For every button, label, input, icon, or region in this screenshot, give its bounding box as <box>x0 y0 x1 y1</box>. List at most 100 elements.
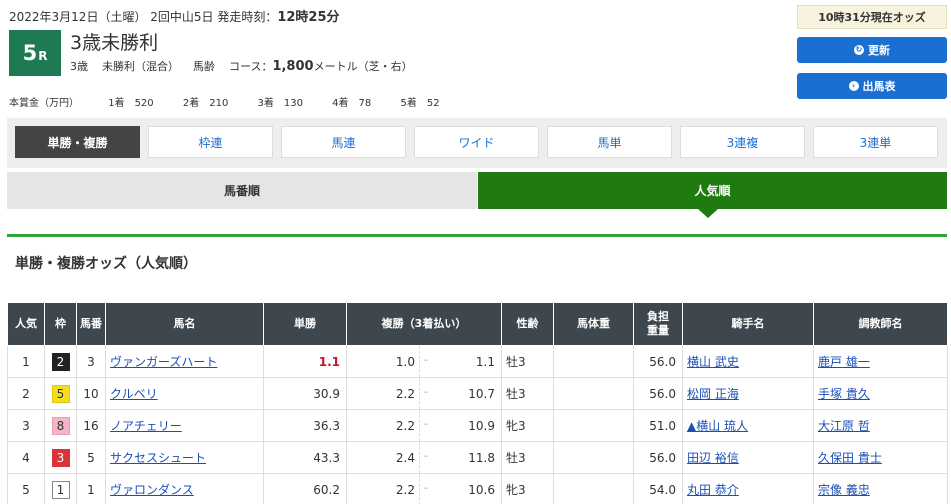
header-rank[interactable]: 人気 <box>7 302 45 346</box>
win-odds-cell: 36.3 <box>263 409 347 442</box>
jockey-link[interactable]: ▲横山 琉人 <box>687 419 748 433</box>
header-umaban[interactable]: 馬番 <box>76 302 106 346</box>
sort-by-popularity[interactable]: 人気順 <box>478 172 947 209</box>
horse-link[interactable]: クルベリ <box>110 387 158 401</box>
horse-link[interactable]: ヴァンガーズハート <box>110 355 217 369</box>
weight-rule: 馬齢 <box>193 60 215 73</box>
place-odds-max-cell: - 10.7 <box>419 377 502 410</box>
header-burden[interactable]: 負担 重量 <box>633 302 683 346</box>
entries-button[interactable]: › 出馬表 <box>797 73 947 99</box>
prize-place: 4着 <box>332 98 349 109</box>
horse-cell: サクセスシュート <box>105 441 264 474</box>
tab-trio[interactable]: 3連複 <box>680 126 805 158</box>
sex-age-cell: 牡3 <box>501 377 554 410</box>
header-jockey[interactable]: 騎手名 <box>682 302 814 346</box>
place-odds-min-cell: 2.2 <box>346 409 420 442</box>
jockey-link[interactable]: 松岡 正海 <box>687 387 739 401</box>
table-row: 4 3 5 サクセスシュート 43.3 2.4 - 11.8 牡3 56.0 田辺… <box>7 441 948 474</box>
jockey-link[interactable]: 田辺 裕信 <box>687 451 739 465</box>
rank-cell: 4 <box>7 441 45 474</box>
refresh-button[interactable]: ↻ 更新 <box>797 37 947 63</box>
prize-place: 1着 <box>108 98 125 109</box>
tab-quinella[interactable]: 馬連 <box>281 126 406 158</box>
sex-age-cell: 牝3 <box>501 409 554 442</box>
tab-trifecta[interactable]: 3連単 <box>813 126 938 158</box>
waku-badge: 2 <box>51 352 70 371</box>
place-odds-max: 1.1 <box>475 354 495 369</box>
header-burden-line2: 重量 <box>647 324 669 337</box>
odds-table: 人気 枠 馬番 馬名 単勝 複勝（3着払い） 性齢 馬体重 負担 重量 騎手名 調… <box>7 302 948 504</box>
trainer-link[interactable]: 鹿戸 雄一 <box>818 355 870 369</box>
place-odds-min-cell: 2.4 <box>346 441 420 474</box>
tab-wide[interactable]: ワイド <box>414 126 539 158</box>
tab-exacta[interactable]: 馬単 <box>547 126 672 158</box>
header-place[interactable]: 複勝（3着払い） <box>346 302 502 346</box>
jockey-cell: 松岡 正海 <box>682 377 814 410</box>
distance-unit: メートル（芝・右） <box>313 60 413 73</box>
range-dash: - <box>424 451 428 462</box>
section-title: 単勝・複勝オッズ（人気順） <box>15 256 197 272</box>
horse-cell: ヴァンガーズハート <box>105 345 264 378</box>
umaban-cell: 10 <box>76 377 106 410</box>
header-horse[interactable]: 馬名 <box>105 302 264 346</box>
body-weight-cell <box>553 345 634 378</box>
distance: 1,800 <box>272 59 314 74</box>
trainer-link[interactable]: 手塚 貴久 <box>818 387 870 401</box>
sort-by-number[interactable]: 馬番順 <box>7 172 477 209</box>
win-odds-cell: 60.2 <box>263 473 347 504</box>
trainer-link[interactable]: 久保田 貴士 <box>818 451 882 465</box>
table-row: 2 5 10 クルベリ 30.9 2.2 - 10.7 牡3 56.0 松岡 正海… <box>7 377 948 410</box>
place-odds-max: 11.8 <box>468 450 495 465</box>
waku-badge: 5 <box>51 384 70 403</box>
sort-toggle: 馬番順 人気順 <box>7 172 947 209</box>
header-win[interactable]: 単勝 <box>263 302 347 346</box>
header-body-weight[interactable]: 馬体重 <box>553 302 634 346</box>
jockey-cell: 丸田 恭介 <box>682 473 814 504</box>
tab-bracket-quinella[interactable]: 枠連 <box>148 126 273 158</box>
header-trainer[interactable]: 調教師名 <box>813 302 948 346</box>
chevron-right-icon: › <box>848 81 859 91</box>
rank-cell: 1 <box>7 345 45 378</box>
header-sex-age[interactable]: 性齢 <box>501 302 554 346</box>
body-weight-cell <box>553 473 634 504</box>
place-odds-max: 10.6 <box>468 482 495 497</box>
jockey-link[interactable]: 横山 武史 <box>687 355 739 369</box>
post-time: 12時25分 <box>277 10 340 25</box>
tab-win-place[interactable]: 単勝・複勝 <box>15 126 140 158</box>
body-weight-cell <box>553 377 634 410</box>
win-odds-cell: 43.3 <box>263 441 347 474</box>
waku-cell: 3 <box>44 441 77 474</box>
header-waku[interactable]: 枠 <box>44 302 77 346</box>
jockey-cell: ▲横山 琉人 <box>682 409 814 442</box>
race-number-suffix: R <box>38 49 48 63</box>
rank-cell: 2 <box>7 377 45 410</box>
place-odds-min-cell: 2.2 <box>346 377 420 410</box>
place-odds-min-cell: 2.2 <box>346 473 420 504</box>
horse-link[interactable]: サクセスシュート <box>110 451 206 465</box>
place-odds-max: 10.9 <box>468 418 495 433</box>
horse-cell: ノアチェリー <box>105 409 264 442</box>
trainer-link[interactable]: 大江原 哲 <box>818 419 870 433</box>
horse-cell: クルベリ <box>105 377 264 410</box>
race-number: 5 <box>22 41 38 65</box>
jockey-cell: 田辺 裕信 <box>682 441 814 474</box>
prize-place: 5着 <box>400 98 417 109</box>
place-odds-max-cell: - 1.1 <box>419 345 502 378</box>
race-condition: 未勝利（混合） <box>102 60 179 73</box>
table-row: 5 1 1 ヴァロンダンス 60.2 2.2 - 10.6 牝3 54.0 丸田 … <box>7 473 948 504</box>
bet-type-tabs: 単勝・複勝 枠連 馬連 ワイド 馬単 3連複 3連単 <box>7 118 947 168</box>
entries-button-label: 出馬表 <box>862 80 896 93</box>
race-date: 2022年3月12日（土曜） 2回中山5日 発走時刻：12時25分 <box>9 10 340 25</box>
horse-link[interactable]: ヴァロンダンス <box>110 483 194 497</box>
win-odds-cell: 1.1 <box>263 345 347 378</box>
trainer-link[interactable]: 宗像 義忠 <box>818 483 870 497</box>
waku-cell: 2 <box>44 345 77 378</box>
waku-badge: 1 <box>51 480 70 499</box>
umaban-cell: 16 <box>76 409 106 442</box>
waku-cell: 8 <box>44 409 77 442</box>
waku-badge: 8 <box>51 416 70 435</box>
jockey-cell: 横山 武史 <box>682 345 814 378</box>
jockey-link[interactable]: 丸田 恭介 <box>687 483 739 497</box>
trainer-cell: 大江原 哲 <box>813 409 948 442</box>
horse-link[interactable]: ノアチェリー <box>110 419 182 433</box>
